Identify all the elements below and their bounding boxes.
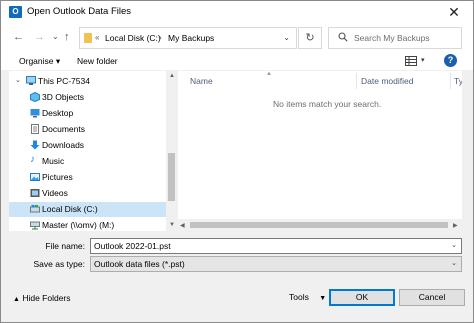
scroll-up-arrow-icon[interactable]: ▲ xyxy=(169,73,175,79)
collapse-chevron-icon[interactable]: ⌄ xyxy=(15,76,21,84)
nav-item-music[interactable]: ♪ Music xyxy=(9,154,166,169)
file-type-value: Outlook data files (*.pst) xyxy=(94,259,185,269)
refresh-button[interactable]: ↻ xyxy=(298,27,322,49)
open-file-dialog: O Open Outlook Data Files ✕ ← → ⌄ ↑ « Lo… xyxy=(0,0,474,323)
nav-item-label: Pictures xyxy=(42,172,73,182)
file-list: ▲ Name Date modified Typ No items match … xyxy=(178,71,462,231)
breadcrumb-chevron-icon[interactable]: › xyxy=(159,33,162,42)
computer-icon xyxy=(26,76,36,85)
search-icon xyxy=(338,32,348,42)
address-bar[interactable]: « Local Disk (C:) › My Backups ⌄ xyxy=(79,27,297,49)
file-type-select[interactable]: Outlook data files (*.pst) ⌄ xyxy=(90,256,462,272)
nav-item-pictures[interactable]: Pictures xyxy=(9,170,166,185)
nav-item-master-drive[interactable]: Master (\\omv) (M:) xyxy=(9,218,166,231)
pictures-icon xyxy=(30,173,40,181)
tools-menu[interactable]: Tools ▼ xyxy=(289,292,326,302)
column-divider[interactable] xyxy=(450,73,451,89)
save-as-type-label: Save as type: xyxy=(33,259,85,269)
nav-item-documents[interactable]: Documents xyxy=(9,122,166,137)
organise-menu[interactable]: Organise ▾ xyxy=(19,56,60,67)
nav-item-label: Videos xyxy=(42,188,68,198)
breadcrumb-overflow[interactable]: « xyxy=(95,33,99,42)
new-folder-button[interactable]: New folder xyxy=(77,56,118,66)
up-arrow-icon[interactable]: ↑ xyxy=(64,31,70,43)
documents-icon xyxy=(31,124,39,134)
ok-button[interactable]: OK xyxy=(329,289,395,306)
file-name-value: Outlook 2022-01.pst xyxy=(94,241,171,251)
chevron-down-icon[interactable]: ⌄ xyxy=(451,241,457,249)
nav-item-desktop[interactable]: Desktop xyxy=(9,106,166,121)
cancel-button[interactable]: Cancel xyxy=(399,289,465,306)
navigation-pane-scrollbar[interactable]: ▲ ▼ xyxy=(166,71,177,231)
hide-folders-label: Hide Folders xyxy=(22,293,71,303)
scrollbar-thumb[interactable] xyxy=(168,153,175,201)
window-title: Open Outlook Data Files xyxy=(27,6,132,17)
tools-label: Tools xyxy=(289,292,309,302)
column-header-date-modified[interactable]: Date modified xyxy=(361,76,413,86)
refresh-icon: ↻ xyxy=(305,32,315,44)
navigation-pane: ⌄ This PC-7534 3D Objects Desktop Docume… xyxy=(9,71,166,231)
desktop-icon xyxy=(30,109,40,118)
view-options-icon[interactable] xyxy=(405,56,417,66)
column-divider[interactable] xyxy=(356,73,357,89)
nav-item-videos[interactable]: Videos xyxy=(9,186,166,201)
file-list-horizontal-scrollbar[interactable]: ◀ ▶ xyxy=(178,219,462,231)
back-arrow-icon[interactable]: ← xyxy=(13,31,24,43)
title-bar: O Open Outlook Data Files ✕ xyxy=(1,1,473,23)
nav-item-label: This PC-7534 xyxy=(38,76,90,86)
column-header-type[interactable]: Typ xyxy=(454,76,462,86)
chevron-down-icon[interactable]: ⌄ xyxy=(451,259,457,267)
download-icon xyxy=(30,140,40,150)
breadcrumb-local-disk[interactable]: Local Disk (C:) xyxy=(105,33,161,43)
videos-icon xyxy=(30,189,40,197)
navigation-bar: ← → ⌄ ↑ « Local Disk (C:) › My Backups ⌄… xyxy=(1,23,473,53)
recent-locations-chevron-icon[interactable]: ⌄ xyxy=(52,32,59,41)
breadcrumb-my-backups[interactable]: My Backups xyxy=(168,33,214,43)
file-name-input[interactable]: Outlook 2022-01.pst ⌄ xyxy=(90,238,462,254)
sort-ascending-icon: ▲ xyxy=(266,71,272,77)
column-header-name[interactable]: Name xyxy=(190,76,213,86)
close-button[interactable]: ✕ xyxy=(437,1,471,23)
scroll-left-arrow-icon[interactable]: ◀ xyxy=(180,222,185,229)
outlook-app-icon: O xyxy=(9,6,22,18)
drive-icon xyxy=(30,205,40,213)
nav-item-label: Documents xyxy=(42,124,85,134)
view-dropdown-icon[interactable]: ▾ xyxy=(421,56,425,64)
search-box[interactable]: Search My Backups xyxy=(328,27,462,49)
help-icon[interactable]: ? xyxy=(444,54,457,67)
scroll-down-arrow-icon[interactable]: ▼ xyxy=(169,222,175,228)
chevron-up-icon: ▲ xyxy=(13,296,20,303)
scrollbar-thumb[interactable] xyxy=(190,222,448,228)
hide-folders-button[interactable]: ▲ Hide Folders xyxy=(13,293,71,303)
nav-item-downloads[interactable]: Downloads xyxy=(9,138,166,153)
network-drive-icon xyxy=(30,221,40,230)
nav-item-label: 3D Objects xyxy=(42,92,85,102)
nav-item-label: Desktop xyxy=(42,108,74,118)
search-placeholder: Search My Backups xyxy=(354,33,430,43)
forward-arrow-icon[interactable]: → xyxy=(34,31,45,43)
nav-item-label: Master (\\omv) (M:) xyxy=(42,220,115,230)
nav-item-local-disk[interactable]: Local Disk (C:) xyxy=(9,202,166,217)
tools-dropdown-icon: ▼ xyxy=(319,295,327,302)
folder-icon xyxy=(84,33,92,43)
music-icon: ♪ xyxy=(30,154,35,165)
scroll-right-arrow-icon[interactable]: ▶ xyxy=(453,222,458,229)
cube-icon xyxy=(30,92,40,102)
nav-item-3d-objects[interactable]: 3D Objects xyxy=(9,90,166,105)
nav-item-this-pc[interactable]: ⌄ This PC-7534 xyxy=(9,74,166,89)
nav-item-label: Music xyxy=(42,156,65,166)
file-name-label: File name: xyxy=(45,241,85,251)
nav-item-label: Downloads xyxy=(42,140,85,150)
address-dropdown-icon[interactable]: ⌄ xyxy=(283,33,290,42)
empty-folder-message: No items match your search. xyxy=(273,99,382,109)
nav-item-label: Local Disk (C:) xyxy=(42,204,98,214)
command-bar: Organise ▾ New folder ▾ ? xyxy=(1,53,473,70)
